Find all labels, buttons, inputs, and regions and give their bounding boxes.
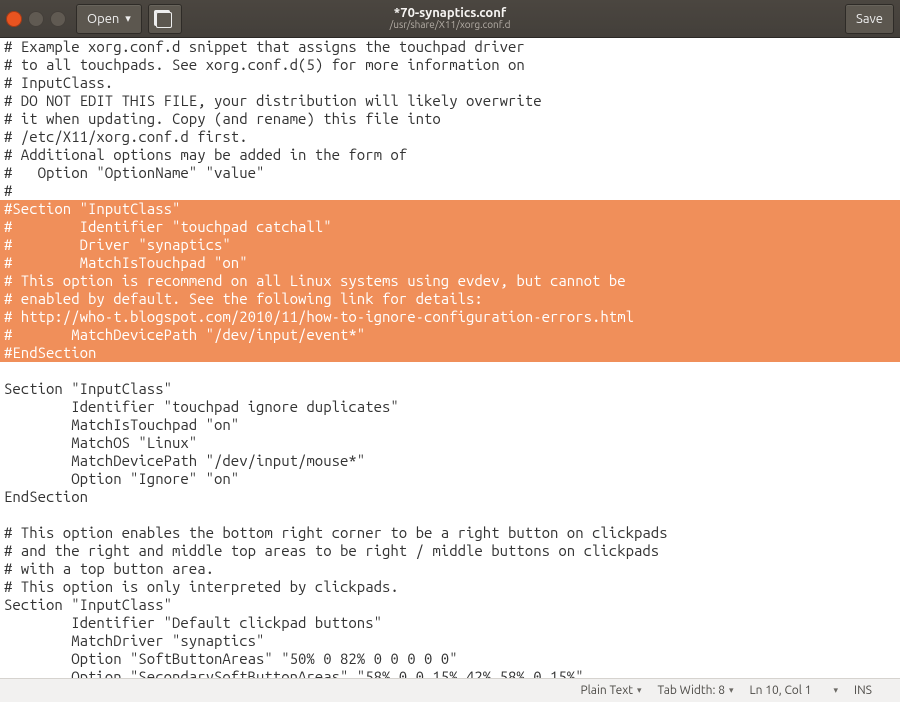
editor-line[interactable]: Identifier "Default clickpad buttons"	[0, 614, 900, 632]
editor-line[interactable]: # Additional options may be added in the…	[0, 146, 900, 164]
editor-line[interactable]: MatchIsTouchpad "on"	[0, 416, 900, 434]
editor-line[interactable]: Section "InputClass"	[0, 380, 900, 398]
highlight-mode-selector[interactable]: Plain Text ▾	[580, 684, 641, 697]
open-button[interactable]: Open ▾	[76, 4, 142, 34]
editor-line[interactable]: # it when updating. Copy (and rename) th…	[0, 110, 900, 128]
insert-mode-indicator[interactable]: INS	[854, 684, 890, 697]
editor-line[interactable]: # This option enables the bottom right c…	[0, 524, 900, 542]
editor-line[interactable]: Option "SecondarySoftButtonAreas" "58% 0…	[0, 668, 900, 678]
editor-line[interactable]: MatchOS "Linux"	[0, 434, 900, 452]
statusbar: Plain Text ▾ Tab Width: 8 ▾ Ln 10, Col 1…	[0, 678, 900, 702]
editor-line[interactable]: MatchDriver "synaptics"	[0, 632, 900, 650]
window-controls	[6, 11, 66, 27]
editor-line[interactable]	[0, 506, 900, 524]
highlight-mode-label: Plain Text	[580, 684, 633, 697]
editor-line-selected[interactable]: #Section "InputClass"	[0, 200, 900, 218]
editor-line[interactable]: # /etc/X11/xorg.conf.d first.	[0, 128, 900, 146]
cursor-position[interactable]: Ln 10, Col 1 ▾	[750, 684, 839, 697]
editor-content[interactable]: # Example xorg.conf.d snippet that assig…	[0, 38, 900, 678]
document-path: /usr/share/X11/xorg.conf.d	[390, 20, 511, 30]
close-icon[interactable]	[6, 11, 22, 27]
chevron-down-icon: ▾	[729, 685, 734, 696]
editor-line[interactable]: EndSection	[0, 488, 900, 506]
minimize-icon[interactable]	[28, 11, 44, 27]
save-button[interactable]: Save	[845, 4, 894, 34]
editor-line[interactable]: # This option is only interpreted by cli…	[0, 578, 900, 596]
editor-line[interactable]: # InputClass.	[0, 74, 900, 92]
editor-line[interactable]: MatchDevicePath "/dev/input/mouse*"	[0, 452, 900, 470]
editor-line[interactable]: # Option "OptionName" "value"	[0, 164, 900, 182]
save-button-label: Save	[856, 12, 883, 26]
editor-line-selected[interactable]: # Identifier "touchpad catchall"	[0, 218, 900, 236]
editor-line[interactable]: Identifier "touchpad ignore duplicates"	[0, 398, 900, 416]
chevron-down-icon: ▾	[833, 685, 838, 696]
editor-window: Open ▾ *70-synaptics.conf /usr/share/X11…	[0, 0, 900, 702]
editor-line[interactable]: Option "SoftButtonAreas" "50% 0 82% 0 0 …	[0, 650, 900, 668]
chevron-down-icon: ▾	[125, 12, 131, 25]
editor-line[interactable]: # DO NOT EDIT THIS FILE, your distributi…	[0, 92, 900, 110]
new-tab-button[interactable]	[148, 4, 182, 34]
editor-line-selected[interactable]: # Driver "synaptics"	[0, 236, 900, 254]
editor-line-selected[interactable]: # MatchIsTouchpad "on"	[0, 254, 900, 272]
insert-mode-label: INS	[854, 684, 872, 697]
chevron-down-icon: ▾	[637, 685, 642, 696]
text-editor[interactable]: # Example xorg.conf.d snippet that assig…	[0, 38, 900, 678]
new-document-icon	[156, 12, 172, 28]
title-area: *70-synaptics.conf /usr/share/X11/xorg.c…	[390, 0, 511, 37]
tab-width-label: Tab Width: 8	[658, 684, 725, 697]
open-button-label: Open	[87, 12, 119, 26]
tab-width-selector[interactable]: Tab Width: 8 ▾	[658, 684, 734, 697]
document-title: *70-synaptics.conf	[394, 7, 506, 20]
editor-line[interactable]: # with a top button area.	[0, 560, 900, 578]
editor-line[interactable]: # and the right and middle top areas to …	[0, 542, 900, 560]
maximize-icon[interactable]	[50, 11, 66, 27]
editor-line-selected[interactable]: # http://who-t.blogspot.com/2010/11/how-…	[0, 308, 900, 326]
editor-line[interactable]: # to all touchpads. See xorg.conf.d(5) f…	[0, 56, 900, 74]
editor-line[interactable]	[0, 362, 900, 380]
editor-line-selected[interactable]: #EndSection	[0, 344, 900, 362]
editor-line-selected[interactable]: # enabled by default. See the following …	[0, 290, 900, 308]
editor-line-selected[interactable]: # This option is recommend on all Linux …	[0, 272, 900, 290]
editor-line[interactable]: Section "InputClass"	[0, 596, 900, 614]
editor-line[interactable]: # Example xorg.conf.d snippet that assig…	[0, 38, 900, 56]
cursor-position-label: Ln 10, Col 1	[750, 684, 812, 697]
editor-line-selected[interactable]: # MatchDevicePath "/dev/input/event*"	[0, 326, 900, 344]
editor-line[interactable]: #	[0, 182, 900, 200]
headerbar: Open ▾ *70-synaptics.conf /usr/share/X11…	[0, 0, 900, 38]
editor-line[interactable]: Option "Ignore" "on"	[0, 470, 900, 488]
